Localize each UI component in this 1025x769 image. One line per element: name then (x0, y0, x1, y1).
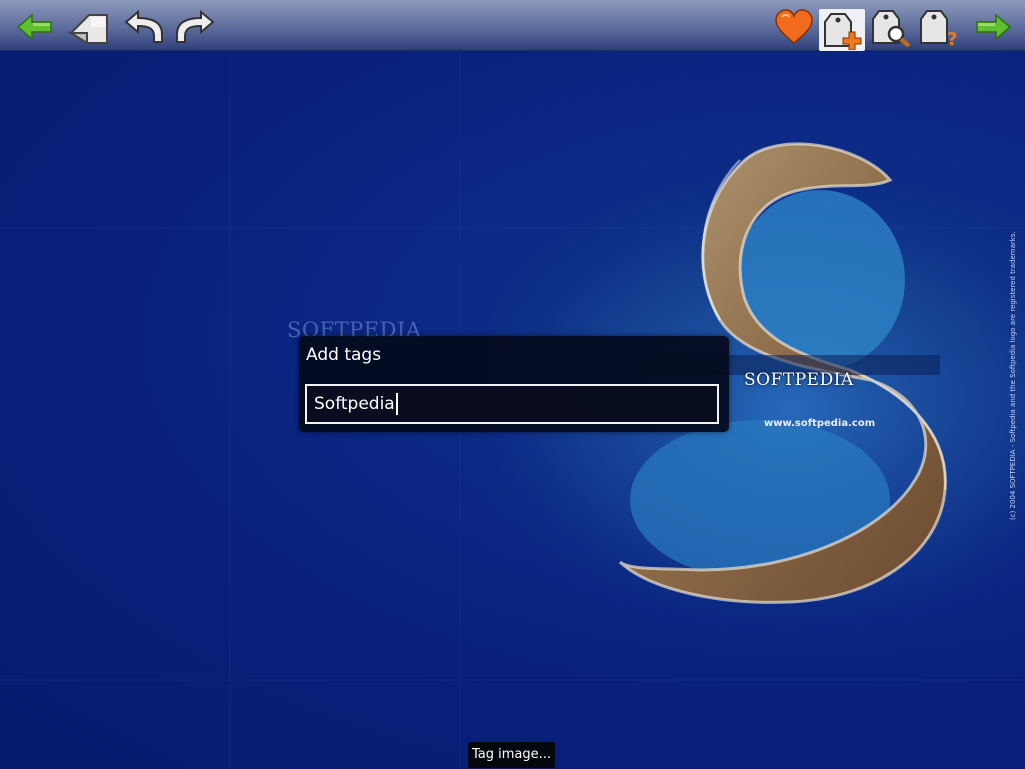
search-tag-icon[interactable] (867, 7, 913, 47)
text-caret (395, 393, 398, 415)
softpedia-logo-text: SOFTPEDIA (744, 370, 854, 390)
image-viewer: SOFTPEDIA SOFTPEDIA www.softpedia.com (c… (0, 0, 1025, 769)
softpedia-url: www.softpedia.com (764, 418, 876, 429)
tag-input[interactable]: Softpedia (305, 384, 719, 424)
forward-arrow-icon[interactable] (970, 7, 1016, 47)
add-tags-dialog: Add tags Softpedia (299, 336, 729, 432)
svg-text:?: ? (947, 29, 957, 47)
tag-input-value: Softpedia (314, 394, 395, 414)
add-tag-icon[interactable] (819, 9, 865, 51)
toolbar: ? (0, 0, 1025, 51)
back-arrow-icon[interactable] (12, 7, 58, 47)
dialog-title: Add tags (306, 345, 382, 365)
status-label: Tag image... (468, 742, 556, 768)
copyright-side-text: (c) 2004 SOFTPEDIA - Softpedia and the S… (1009, 231, 1017, 520)
favorite-heart-icon[interactable] (771, 7, 817, 47)
tag-help-icon[interactable]: ? (915, 7, 961, 47)
undo-icon[interactable] (122, 7, 168, 47)
redo-icon[interactable] (171, 7, 217, 47)
rotate-page-icon[interactable] (66, 7, 112, 47)
